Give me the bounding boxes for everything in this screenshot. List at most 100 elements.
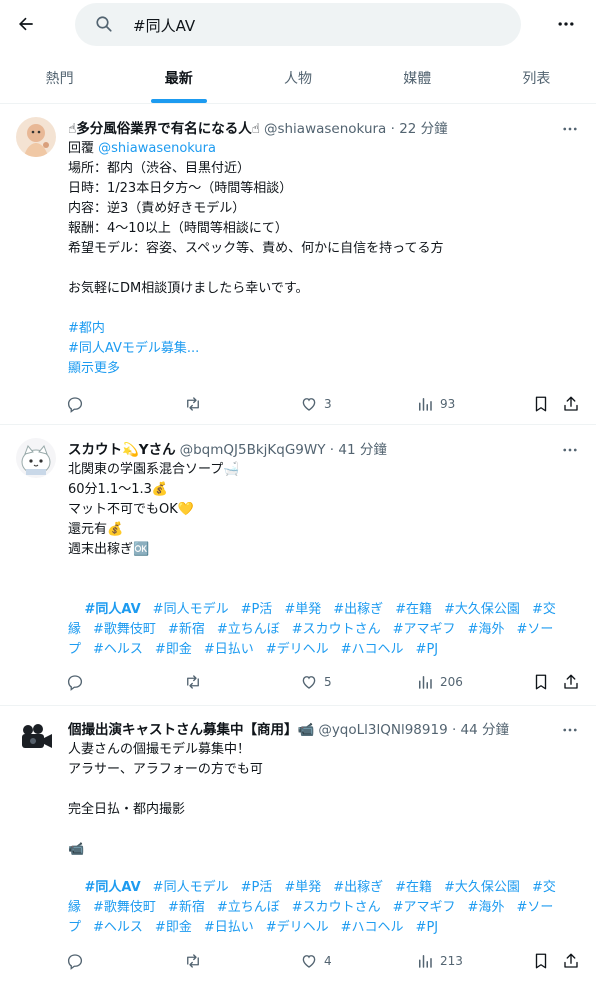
bookmark-button[interactable] [532, 391, 550, 417]
handle-and-time[interactable]: @yqoLl3lQNl98919 · 44 分鐘 [318, 722, 509, 738]
more-icon[interactable] [558, 720, 582, 740]
share-button[interactable] [562, 391, 580, 417]
reply-to-link[interactable]: @shiawasenokura [98, 141, 216, 156]
hashtag[interactable]: #同人AVモデル募集... [68, 341, 199, 356]
hashtag-list: #同人AV #同人モデル #P活 #単発 #出稼ぎ #在籍 #大久保公園 #交縁 #歌舞伎町 #新… [68, 858, 572, 958]
hashtag[interactable]: #海外 [468, 622, 505, 637]
handle-and-time[interactable]: @bqmQJ5BkjKqG9WY · 41 分鐘 [180, 442, 387, 458]
hashtag[interactable]: #出稼ぎ [333, 602, 383, 617]
hashtag[interactable]: #日払い [204, 920, 254, 935]
display-name[interactable]: ☝多分風俗業界で有名になる人☝ [68, 121, 260, 137]
views-count: 213 [440, 954, 463, 968]
retweet-button[interactable] [184, 391, 202, 417]
avatar[interactable] [16, 438, 56, 478]
tweet-body: 北関東の学園系混合ソープ🛁 60分1.1〜1.3💰 マット不可でもOK💛 還元有… [68, 462, 240, 557]
reply-button[interactable] [66, 391, 84, 417]
hashtag[interactable]: #PJ [416, 642, 439, 657]
hashtag[interactable]: #即金 [155, 920, 192, 935]
views-button[interactable]: 206 [416, 669, 463, 695]
display-name[interactable]: スカウト💫Yさん [68, 442, 176, 458]
hashtag[interactable]: #アマギフ [393, 900, 456, 915]
retweet-icon [184, 952, 202, 970]
hashtag[interactable]: #歌舞伎町 [93, 900, 156, 915]
handle-and-time[interactable]: @shiawasenokura · 22 分鐘 [264, 121, 448, 137]
tweet-text: 回覆 @shiawasenokura 場所：都内（渋谷、目黒付近） 日時：1/2… [68, 139, 572, 379]
back-arrow-icon[interactable] [12, 10, 40, 38]
like-button[interactable]: 3 [300, 391, 332, 417]
avatar[interactable] [16, 718, 56, 758]
hashtag[interactable]: #ヘルス [93, 642, 143, 657]
hashtag[interactable]: #新宿 [168, 900, 205, 915]
hashtag[interactable]: #日払い [204, 642, 254, 657]
avatar[interactable] [16, 117, 56, 157]
hashtag-list: #同人AV #同人モデル #P活 #単発 #出稼ぎ #在籍 #大久保公園 #交縁 #歌舞伎町 #新… [68, 580, 572, 680]
share-button[interactable] [562, 669, 580, 695]
search-input[interactable] [133, 11, 503, 39]
tab-people[interactable]: 人物 [238, 52, 357, 103]
tweet[interactable]: 個撮出演キャストさん募集中【商用】📹 @yqoLl3lQNl98919 · 44 … [0, 706, 596, 985]
hashtag[interactable]: #同人モデル [153, 880, 229, 895]
tab-media[interactable]: 媒體 [358, 52, 477, 103]
views-button[interactable]: 93 [416, 391, 455, 417]
hashtag[interactable]: #アマギフ [393, 622, 456, 637]
more-icon[interactable] [552, 10, 580, 38]
hashtag[interactable]: #ハコヘル [341, 642, 404, 657]
hashtag[interactable]: #即金 [155, 642, 192, 657]
bookmark-button[interactable] [532, 669, 550, 695]
reply-button[interactable] [66, 669, 84, 695]
hashtag[interactable]: #デリヘル [266, 920, 329, 935]
tweet[interactable]: ☝多分風俗業界で有名になる人☝ @shiawasenokura · 22 分鐘 回… [0, 105, 596, 425]
hashtag[interactable]: #スカウトさん [292, 900, 381, 915]
hashtag[interactable]: #同人AV [85, 602, 141, 617]
hashtag[interactable]: #ヘルス [93, 920, 143, 935]
show-more-link[interactable]: 顯示更多 [68, 361, 120, 376]
tweet-header: ☝多分風俗業界で有名になる人☝ @shiawasenokura · 22 分鐘 [68, 119, 556, 139]
hashtag[interactable]: #デリヘル [266, 642, 329, 657]
hashtag[interactable]: #立ちんぼ [217, 622, 280, 637]
search-box[interactable] [75, 3, 521, 46]
hashtag[interactable]: #歌舞伎町 [93, 622, 156, 637]
hashtag[interactable]: #同人AV [85, 880, 141, 895]
like-button[interactable]: 5 [300, 669, 332, 695]
tweet-body: 場所：都内（渋谷、目黒付近） 日時：1/23本日夕方〜（時間等相談） 内容：逆3… [68, 161, 444, 296]
more-icon[interactable] [558, 119, 582, 139]
hashtag[interactable]: #在籍 [395, 880, 432, 895]
hashtag[interactable]: #大久保公園 [444, 602, 520, 617]
hashtag[interactable]: #単発 [284, 602, 321, 617]
hashtag[interactable]: #海外 [468, 900, 505, 915]
reply-button[interactable] [66, 948, 84, 974]
hashtag[interactable]: #大久保公園 [444, 880, 520, 895]
hashtag[interactable]: #同人モデル [153, 602, 229, 617]
retweet-button[interactable] [184, 669, 202, 695]
hashtag[interactable]: #PJ [416, 920, 439, 935]
hashtag[interactable]: #P活 [241, 602, 273, 617]
hashtag[interactable]: #在籍 [395, 602, 432, 617]
tweet[interactable]: スカウト💫Yさん @bqmQJ5BkjKqG9WY · 41 分鐘 北関東の学園系… [0, 426, 596, 706]
like-button[interactable]: 4 [300, 948, 332, 974]
tab-top[interactable]: 熱門 [0, 52, 119, 103]
retweet-button[interactable] [184, 948, 202, 974]
share-icon [562, 395, 580, 413]
more-icon[interactable] [558, 440, 582, 460]
bookmark-icon [532, 673, 550, 691]
hashtag[interactable]: #単発 [284, 880, 321, 895]
hashtag[interactable]: #出稼ぎ [333, 880, 383, 895]
views-count: 206 [440, 675, 463, 689]
tab-latest[interactable]: 最新 [119, 52, 238, 103]
hashtag[interactable]: #都内 [68, 321, 105, 336]
views-button[interactable]: 213 [416, 948, 463, 974]
tab-label: 列表 [522, 70, 551, 87]
display-name[interactable]: 個撮出演キャストさん募集中【商用】📹 [68, 722, 314, 738]
hashtag[interactable]: #ハコヘル [341, 920, 404, 935]
views-icon [416, 673, 434, 691]
hashtag[interactable]: #スカウトさん [292, 622, 381, 637]
reply-icon [66, 395, 84, 413]
hashtag[interactable]: #新宿 [168, 622, 205, 637]
bookmark-button[interactable] [532, 948, 550, 974]
tab-lists[interactable]: 列表 [477, 52, 596, 103]
like-icon [300, 952, 318, 970]
share-button[interactable] [562, 948, 580, 974]
share-icon [562, 673, 580, 691]
hashtag[interactable]: #P活 [241, 880, 273, 895]
hashtag[interactable]: #立ちんぼ [217, 900, 280, 915]
